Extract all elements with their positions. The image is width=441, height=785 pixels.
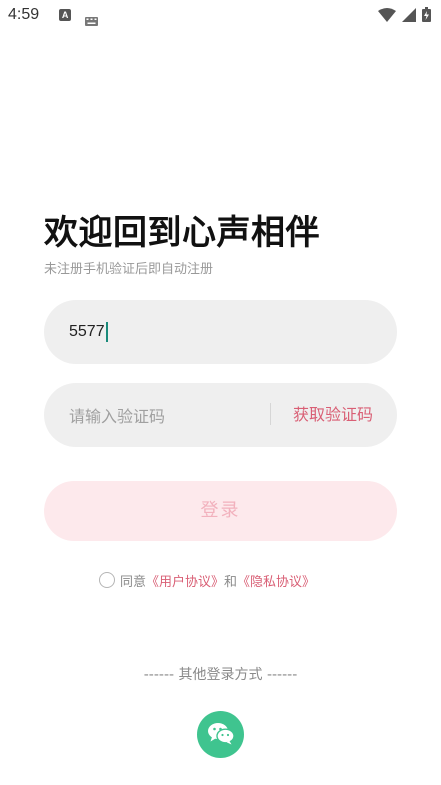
status-system-icons — [378, 7, 431, 26]
text-cursor — [105, 322, 108, 342]
agree-prefix: 同意 — [120, 574, 147, 590]
user-agreement-link[interactable]: 《用户协议》 — [146, 571, 224, 590]
other-login-label: ------ 其他登录方式 ------ — [143, 667, 298, 683]
verification-code-placeholder: 请输入验证码 — [69, 407, 166, 426]
wechat-icon — [207, 721, 235, 749]
status-bar: 4:59 A — [0, 0, 441, 30]
agree-conjunction: 和 — [224, 574, 238, 590]
page-title: 欢迎回到心声相伴 — [44, 213, 320, 253]
get-code-button[interactable]: 获取验证码 — [293, 383, 373, 447]
verification-code-input[interactable]: 请输入验证码 获取验证码 — [44, 383, 397, 447]
status-time: 4:59 — [8, 6, 40, 23]
phone-input[interactable]: 5577 — [44, 300, 397, 364]
wifi-icon — [378, 7, 396, 26]
battery-icon — [422, 7, 431, 26]
keyboard-icon — [85, 11, 99, 26]
login-button[interactable]: 登录 — [44, 481, 397, 541]
wechat-login-button[interactable] — [197, 711, 244, 758]
page-subtitle: 未注册手机验证后即自动注册 — [44, 262, 214, 277]
agree-checkbox[interactable] — [99, 572, 115, 588]
login-screen: 4:59 A 欢迎回到心声相伴 未注册手机验证后即自动注册 5577 请输入验证… — [0, 0, 441, 785]
signal-icon — [402, 7, 416, 26]
phone-input-value: 5577 — [69, 323, 105, 340]
status-notifications: A — [59, 9, 99, 26]
agreement-row: 同意 《用户协议》 和 《隐私协议》 — [99, 569, 315, 591]
notification-a-icon: A — [59, 9, 72, 21]
field-divider — [270, 403, 271, 425]
privacy-policy-link[interactable]: 《隐私协议》 — [237, 571, 315, 590]
